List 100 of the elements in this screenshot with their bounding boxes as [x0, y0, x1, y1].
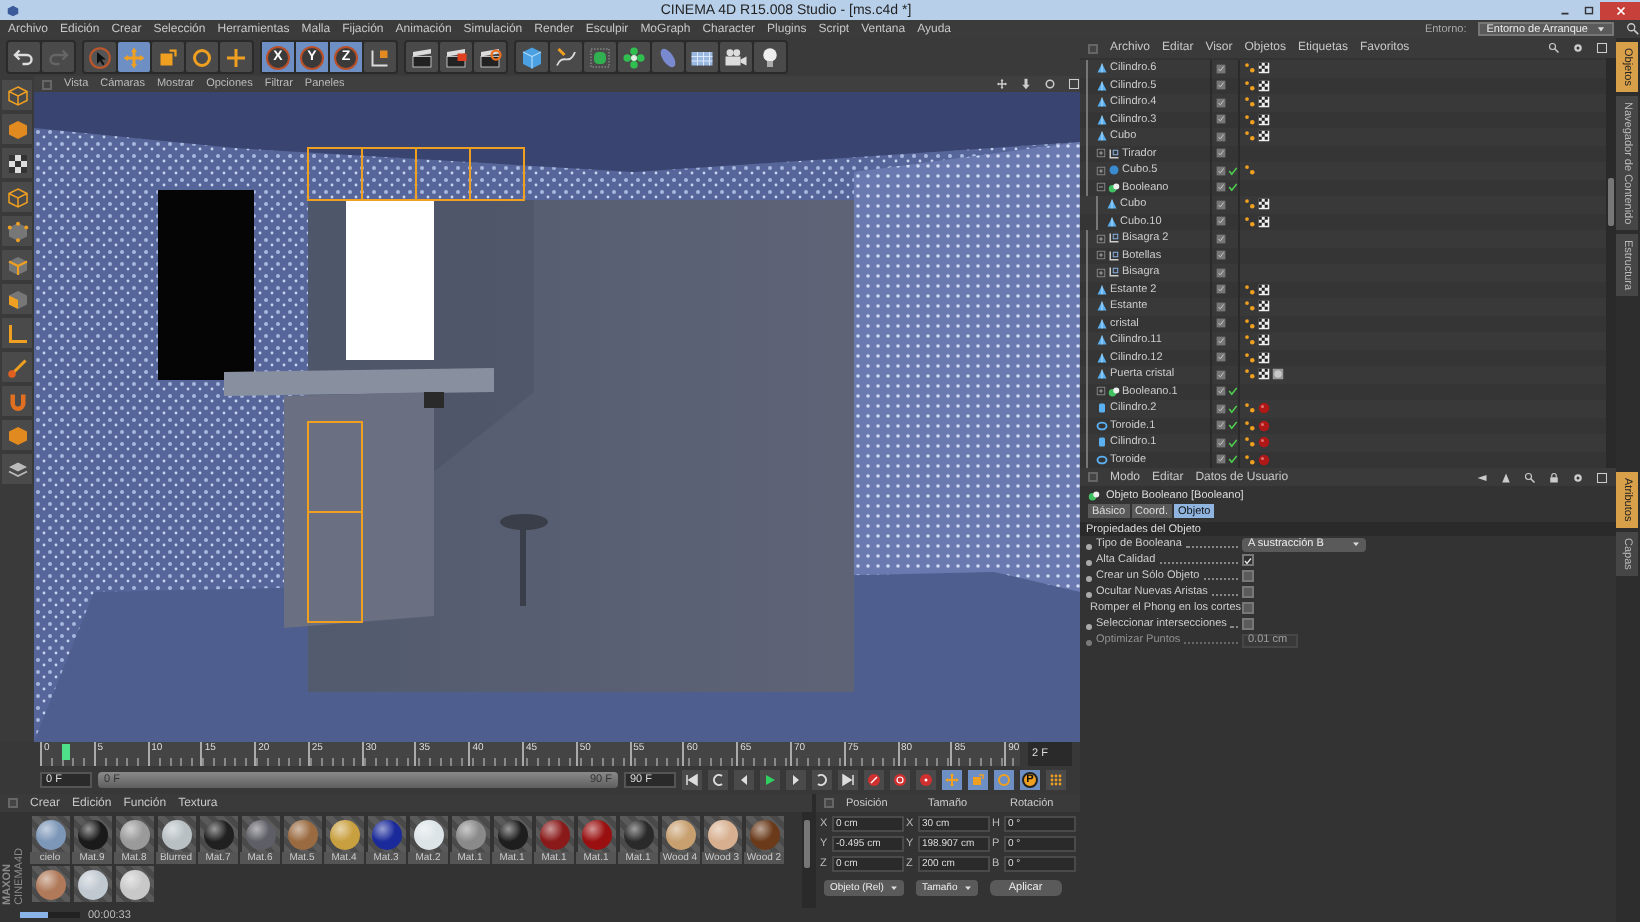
skip-back-icon [684, 772, 700, 788]
visibility-toggle-icon [1216, 318, 1226, 329]
playhead[interactable] [61, 744, 70, 760]
flower-button[interactable] [618, 42, 650, 72]
checker-button[interactable] [2, 148, 32, 178]
light-bulb-button[interactable] [754, 42, 786, 72]
cube-button[interactable] [2, 420, 32, 450]
pen-curve-icon [554, 45, 578, 69]
clapperboard-button[interactable] [440, 42, 472, 72]
visibility-toggle-icon [1216, 233, 1226, 244]
texture-tag-icon [1258, 130, 1270, 143]
layers-icon [5, 457, 29, 481]
visibility-toggle-icon [1216, 182, 1226, 193]
maximize-icon [1581, 3, 1595, 17]
boolean-object-icon [1088, 489, 1100, 501]
cube-edges-button[interactable] [2, 250, 32, 280]
texture-tag-icon [1258, 351, 1270, 364]
expand-icon [1096, 267, 1106, 278]
scrollbar-thumb[interactable] [804, 820, 810, 868]
cube-outline-button[interactable] [2, 80, 32, 110]
phong-tag-icon [1244, 164, 1256, 177]
cube-face-button[interactable] [2, 284, 32, 314]
tweak-button[interactable] [2, 352, 32, 382]
rotate-ring-button[interactable] [186, 42, 218, 72]
undo-arrow-button[interactable] [8, 42, 40, 72]
visibility-toggle-icon [1216, 216, 1226, 227]
clapperboard-button[interactable] [474, 42, 506, 72]
scrollbar-thumb[interactable] [1608, 178, 1614, 226]
panel-toggle[interactable] [8, 798, 18, 808]
scale-square-button[interactable] [152, 42, 184, 72]
texture-tag-icon [1258, 62, 1270, 75]
rotate-ring-icon [996, 772, 1012, 788]
checkbox[interactable] [1242, 554, 1254, 566]
record-auto-icon [892, 772, 908, 788]
torus-object-icon [1096, 453, 1108, 466]
checkbox[interactable] [1242, 586, 1254, 598]
key-points-button[interactable] [1046, 770, 1066, 790]
visibility-toggle-icon [1216, 267, 1226, 278]
step-forward-button[interactable] [786, 770, 806, 790]
checkbox[interactable] [1242, 618, 1254, 630]
axis-corner-button[interactable] [2, 318, 32, 348]
record-auto-button[interactable] [890, 770, 910, 790]
skip-forward-button[interactable] [838, 770, 858, 790]
animation-dot-icon[interactable] [1086, 560, 1092, 566]
visibility-toggle-icon [1216, 335, 1226, 346]
texture-tag-icon [1258, 215, 1270, 228]
caret-icon [1352, 540, 1360, 548]
checkbox[interactable] [1242, 602, 1254, 614]
tweak-icon [5, 355, 29, 379]
clapperboard-icon [478, 45, 502, 69]
cursor-button[interactable] [84, 42, 116, 72]
magnet-icon [5, 389, 29, 413]
camera-button[interactable] [720, 42, 752, 72]
cube-points-icon [5, 219, 29, 243]
back-arrow-icon [1476, 471, 1488, 483]
panel-toggle[interactable] [1088, 43, 1098, 53]
animation-dot-icon[interactable] [1086, 624, 1092, 630]
layers-button[interactable] [2, 454, 32, 484]
panel-toggle[interactable] [1088, 472, 1098, 482]
camera-icon [724, 45, 748, 69]
play-button[interactable] [760, 770, 780, 790]
expand-icon [1096, 386, 1106, 397]
panel-toggle[interactable] [42, 79, 52, 89]
subdivision-cube-button[interactable] [584, 42, 616, 72]
texture-tag-icon [1258, 198, 1270, 211]
grid-plane-button[interactable] [686, 42, 718, 72]
texture-tag-icon [1258, 368, 1270, 381]
checkbox[interactable] [1242, 570, 1254, 582]
loop-back-button[interactable] [708, 770, 728, 790]
cylinder-object-icon [1096, 402, 1108, 415]
cube-outline-button[interactable] [2, 182, 32, 212]
animation-dot-icon[interactable] [1086, 544, 1092, 550]
magnet-button[interactable] [2, 386, 32, 416]
key-selection-icon [918, 772, 934, 788]
axis-corner-icon [5, 321, 29, 345]
skip-back-button[interactable] [682, 770, 702, 790]
visibility-toggle-icon [1216, 454, 1226, 465]
axes-cube-button[interactable] [364, 42, 396, 72]
lock-icon [1548, 471, 1560, 483]
animation-dot-icon[interactable] [1086, 592, 1092, 598]
panel-toggle[interactable] [824, 798, 834, 808]
subdivision-cube-icon [588, 45, 612, 69]
caret-icon [889, 884, 898, 892]
clapperboard-button[interactable] [406, 42, 438, 72]
panel-icon [1596, 471, 1608, 483]
plus-button[interactable] [220, 42, 252, 72]
visibility-toggle-icon [1216, 301, 1226, 312]
animation-dot-icon[interactable] [1086, 576, 1092, 582]
material-tag-icon [1272, 368, 1284, 381]
step-back-button[interactable] [734, 770, 754, 790]
cube-icon [520, 45, 544, 69]
cube-button[interactable] [516, 42, 548, 72]
cube-points-button[interactable] [2, 216, 32, 246]
loop-forward-button[interactable] [812, 770, 832, 790]
move-arrows-icon [122, 45, 146, 69]
texture-tag-icon [1258, 283, 1270, 296]
visibility-toggle-icon [1216, 420, 1226, 431]
key-selection-button[interactable] [916, 770, 936, 790]
record-key-button[interactable] [864, 770, 884, 790]
pen-curve-button[interactable] [550, 42, 582, 72]
